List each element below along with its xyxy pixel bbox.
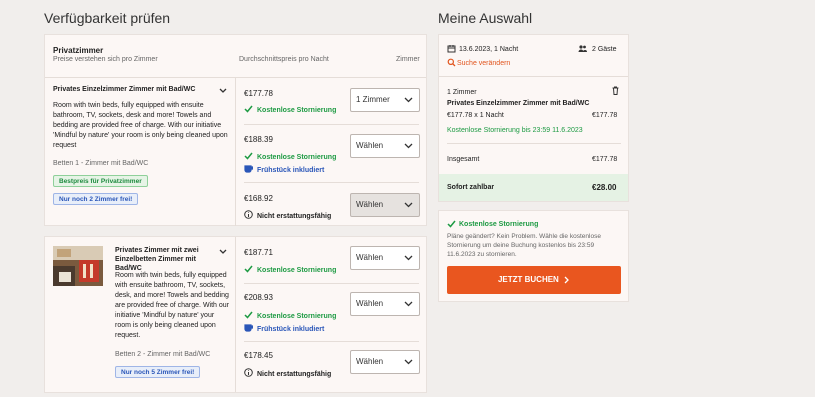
rate-price: €178.45 [244,351,273,360]
guest-count: 2 Gäste [592,46,617,53]
chevron-down-icon[interactable] [219,249,227,255]
info-circle-icon [244,210,253,219]
availability-heading: Verfügbarkeit prüfen [44,10,171,26]
check-icon [244,265,253,273]
chevron-down-icon [404,359,413,365]
best-price-badge: Bestpreis für Privatzimmer [53,175,148,187]
chevron-down-icon [404,202,413,208]
breakfast-included-label: Frühstück inkludiert [257,326,325,333]
room-quantity-select[interactable]: Wählen [350,193,420,217]
column-rooms: Zimmer [396,56,420,63]
free-cancellation-label: Kostenlose Stornierung [257,107,337,114]
room-title: Privates Einzelzimmer Zimmer mit Bad/WC [53,86,196,93]
pay-now-label: Sofort zahlbar [447,184,495,191]
rooms-left-badge: Nur noch 2 Zimmer frei! [53,193,139,205]
rate-price: €188.39 [244,135,273,144]
free-cancellation-title: Kostenlose Stornierung [459,221,539,228]
change-search-link[interactable]: Suche verändern [457,59,510,69]
chevron-right-icon [564,276,569,284]
booking-panel: Kostenlose Stornierung Pläne geändert? K… [438,210,629,302]
coffee-cup-icon [244,165,253,173]
rate-price: €208.93 [244,293,273,302]
rate-price: €168.92 [244,194,273,203]
chevron-down-icon[interactable] [219,88,227,94]
room-description: Room with twin beds, fully equipped with… [53,102,228,149]
selected-room-title: Privates Einzelzimmer Zimmer mit Bad/WC [447,100,590,107]
pay-now-value: €28.00 [592,183,617,192]
check-icon [447,220,456,228]
free-cancellation-label: Kostenlose Stornierung [257,267,337,274]
breakfast-included-label: Frühstück inkludiert [257,167,325,174]
chevron-down-icon [404,255,413,261]
room-title: Privates Zimmer mit zwei Einzelbetten Zi… [115,247,199,272]
calendar-icon [447,45,456,53]
room-photo[interactable] [53,246,103,286]
total-value: €177.78 [592,156,618,163]
free-cancellation-info: Pläne geändert? Kein Problem. Wähle die … [447,233,601,258]
stay-date: 13.6.2023, 1 Nacht [459,46,519,53]
room-panel-2: Privates Zimmer mit zwei Einzelbetten Zi… [44,236,427,393]
room-quantity-select[interactable]: Wählen [350,350,420,374]
non-refundable-label: Nicht erstattungsfähig [257,371,332,378]
check-icon [244,152,253,160]
room-description: Room with twin beds, fully equipped with… [115,272,230,339]
cancellation-deadline: Kostenlose Stornierung bis 23:59 11.6.20… [447,127,583,134]
column-room-title: Privatzimmer [53,46,104,55]
non-refundable-label: Nicht erstattungsfähig [257,213,332,220]
room-quantity-select[interactable]: Wählen [350,292,420,316]
rate-price: €177.78 [244,89,273,98]
price-per-night-line: €177.78 x 1 Nacht [447,112,504,119]
search-icon [447,58,456,67]
check-icon [244,311,253,319]
chevron-down-icon [404,301,413,307]
guests-icon [578,45,587,52]
chevron-down-icon [404,97,413,103]
rate-price: €187.71 [244,248,273,257]
free-cancellation-label: Kostenlose Stornierung [257,154,337,161]
total-label: Insgesamt [447,156,480,163]
selection-heading: Meine Auswahl [438,10,533,26]
column-room-subtitle: Preise verstehen sich pro Zimmer [53,56,158,63]
check-icon [244,105,253,113]
room-quantity-select[interactable]: Wählen [350,246,420,270]
rooms-left-badge: Nur noch 5 Zimmer frei! [115,366,201,378]
info-circle-icon [244,368,253,377]
column-price: Durchschnittspreis pro Nacht [239,56,329,63]
line-total: €177.78 [592,112,618,119]
pay-now-row: Sofort zahlbar €28.00 [439,174,628,201]
selection-summary: 13.6.2023, 1 Nacht 2 Gäste Suche verände… [438,34,629,202]
room-panel-1: Privatzimmer Preise verstehen sich pro Z… [44,34,427,226]
trash-icon[interactable] [611,86,620,95]
room-quantity-select[interactable]: 1 Zimmer [350,88,420,112]
free-cancellation-label: Kostenlose Stornierung [257,313,337,320]
room-beds: Betten 2 - Zimmer mit Bad/WC [115,351,211,358]
room-count: 1 Zimmer [447,89,477,96]
room-quantity-select[interactable]: Wählen [350,134,420,158]
chevron-down-icon [404,143,413,149]
room-beds: Betten 1 - Zimmer mit Bad/WC [53,160,149,167]
coffee-cup-icon [244,324,253,332]
book-now-button[interactable]: JETZT BUCHEN [447,266,621,294]
